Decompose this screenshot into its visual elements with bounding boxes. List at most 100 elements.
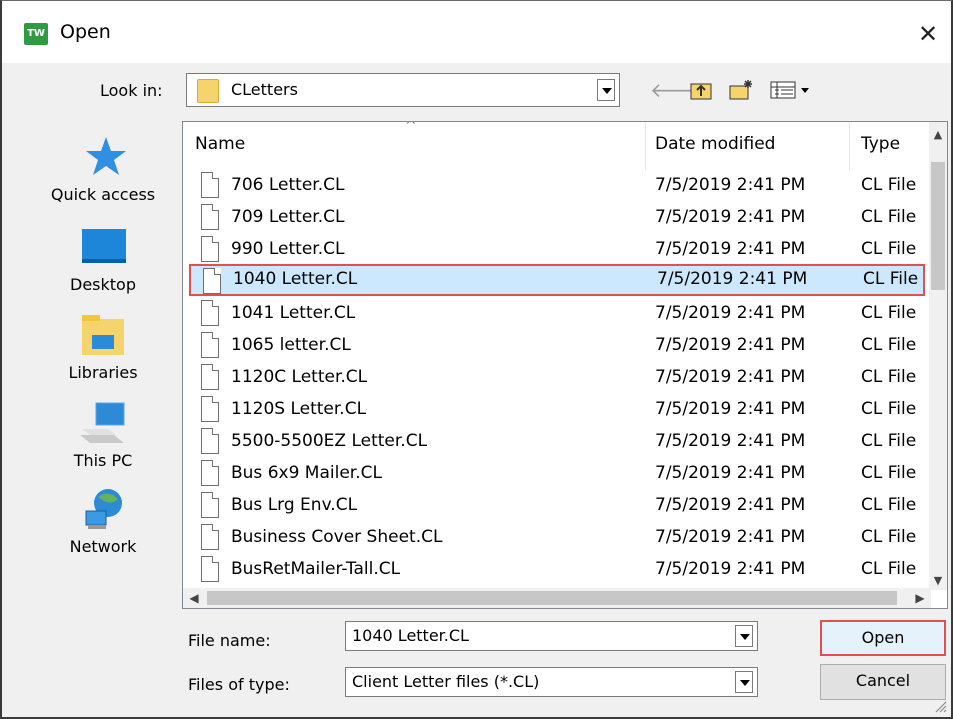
file-icon	[201, 556, 219, 582]
vertical-scroll-thumb[interactable]	[931, 162, 945, 290]
file-row[interactable]: BusRetMailer-Tall.CL 7/5/2019 2:41 PM CL…	[187, 554, 923, 586]
horizontal-scrollbar[interactable]: ◀ ▶	[183, 588, 931, 608]
file-type: CL File	[861, 239, 917, 259]
column-name[interactable]: Name	[195, 134, 245, 154]
place-label: Quick access	[50, 185, 156, 204]
file-row[interactable]: 1120C Letter.CL 7/5/2019 2:41 PM CL File	[187, 362, 923, 394]
file-row[interactable]: Bus Lrg Env.CL 7/5/2019 2:41 PM CL File	[187, 490, 923, 522]
column-type[interactable]: Type	[861, 134, 900, 154]
file-icon	[201, 524, 219, 550]
place-libraries[interactable]: Libraries	[28, 311, 178, 382]
title-bar[interactable]: TW Open ✕	[2, 1, 951, 63]
view-menu-icon[interactable]	[766, 77, 816, 103]
file-row[interactable]: 5500-5500EZ Letter.CL 7/5/2019 2:41 PM C…	[187, 426, 923, 458]
place-desktop[interactable]: Desktop	[28, 223, 178, 294]
file-type-dropdown[interactable]: Client Letter files (*.CL)	[345, 667, 758, 697]
file-type-value: Client Letter files (*.CL)	[352, 672, 540, 691]
file-icon	[201, 172, 219, 198]
file-name: 1040 Letter.CL	[233, 269, 358, 289]
look-in-label: Look in:	[100, 81, 163, 100]
scroll-left-icon[interactable]: ◀	[183, 588, 205, 608]
close-icon[interactable]: ✕	[905, 11, 951, 57]
scroll-right-icon[interactable]: ▶	[909, 588, 931, 608]
window-title: Open	[60, 21, 111, 43]
file-date: 7/5/2019 2:41 PM	[655, 431, 806, 451]
file-name: 1120C Letter.CL	[231, 367, 368, 387]
file-icon	[201, 428, 219, 454]
file-name: 706 Letter.CL	[231, 175, 345, 195]
file-name: Bus Lrg Env.CL	[231, 495, 358, 515]
file-date: 7/5/2019 2:41 PM	[655, 559, 806, 579]
column-divider[interactable]	[645, 122, 646, 170]
file-type: CL File	[863, 269, 919, 289]
file-row[interactable]: 990 Letter.CL 7/5/2019 2:41 PM CL File	[187, 234, 923, 266]
place-label: Desktop	[70, 275, 136, 294]
file-date: 7/5/2019 2:41 PM	[655, 367, 806, 387]
place-network[interactable]: Network	[28, 485, 178, 556]
file-icon	[201, 364, 219, 390]
file-type-label: Files of type:	[188, 675, 290, 694]
file-row[interactable]: 706 Letter.CL 7/5/2019 2:41 PM CL File	[187, 170, 923, 202]
open-button[interactable]: Open	[820, 620, 946, 656]
file-date: 7/5/2019 2:41 PM	[655, 527, 806, 547]
file-date: 7/5/2019 2:41 PM	[655, 399, 806, 419]
scroll-down-icon[interactable]: ▼	[929, 572, 947, 590]
libraries-icon	[78, 311, 128, 359]
sort-ascending-icon: ^	[405, 121, 417, 134]
file-row[interactable]: 1065 letter.CL 7/5/2019 2:41 PM CL File	[187, 330, 923, 362]
file-date: 7/5/2019 2:41 PM	[655, 303, 806, 323]
cancel-button[interactable]: Cancel	[820, 664, 946, 700]
file-name-value: 1040 Letter.CL	[352, 626, 469, 645]
file-name: Bus 6x9 Mailer.CL	[231, 463, 382, 483]
column-divider[interactable]	[849, 122, 850, 170]
up-folder-icon[interactable]	[686, 77, 716, 103]
file-name: Business Cover Sheet.CL	[231, 527, 443, 547]
file-date: 7/5/2019 2:41 PM	[655, 207, 806, 227]
file-icon	[201, 300, 219, 326]
file-name: 1120S Letter.CL	[231, 399, 367, 419]
folder-icon	[197, 79, 219, 103]
file-icon	[203, 268, 221, 294]
file-type: CL File	[861, 399, 917, 419]
place-label: Network	[69, 537, 137, 556]
file-date: 7/5/2019 2:41 PM	[655, 175, 806, 195]
file-row-selected[interactable]: 1040 Letter.CL 7/5/2019 2:41 PM CL File	[189, 264, 925, 296]
vertical-scrollbar[interactable]: ▲ ▼	[929, 122, 947, 590]
back-icon[interactable]: 🡐	[650, 77, 704, 103]
desktop-icon	[78, 223, 128, 271]
chevron-down-icon[interactable]	[735, 625, 753, 647]
file-icon	[201, 332, 219, 358]
file-row[interactable]: Bus 6x9 Mailer.CL 7/5/2019 2:41 PM CL Fi…	[187, 458, 923, 490]
look-in-value: CLetters	[231, 80, 298, 99]
this-pc-icon	[78, 399, 128, 447]
new-folder-icon[interactable]	[726, 77, 756, 103]
file-icon	[201, 204, 219, 230]
file-row[interactable]: 1120S Letter.CL 7/5/2019 2:41 PM CL File	[187, 394, 923, 426]
horizontal-scroll-thumb[interactable]	[207, 591, 897, 605]
file-type: CL File	[861, 559, 917, 579]
file-name-input[interactable]: 1040 Letter.CL	[345, 621, 758, 651]
file-row[interactable]: 1041 Letter.CL 7/5/2019 2:41 PM CL File	[187, 298, 923, 330]
column-date-modified[interactable]: Date modified	[655, 134, 775, 154]
place-quick-access[interactable]: Quick access	[28, 133, 178, 204]
look-in-dropdown[interactable]: CLetters	[186, 73, 620, 107]
file-name: BusRetMailer-Tall.CL	[231, 559, 401, 579]
file-name: 1041 Letter.CL	[231, 303, 356, 323]
file-icon	[201, 236, 219, 262]
scroll-up-icon[interactable]: ▲	[929, 126, 947, 144]
file-list[interactable]: ^ Name Date modified Type 706 Letter.CL …	[182, 121, 948, 609]
file-name: 990 Letter.CL	[231, 239, 345, 259]
file-type: CL File	[861, 303, 917, 323]
file-type: CL File	[861, 431, 917, 451]
chevron-down-icon[interactable]	[735, 671, 753, 693]
file-date: 7/5/2019 2:41 PM	[657, 269, 808, 289]
file-date: 7/5/2019 2:41 PM	[655, 239, 806, 259]
file-row[interactable]: 709 Letter.CL 7/5/2019 2:41 PM CL File	[187, 202, 923, 234]
file-row[interactable]: Business Cover Sheet.CL 7/5/2019 2:41 PM…	[187, 522, 923, 554]
resize-grip-icon[interactable]	[933, 699, 947, 713]
file-type: CL File	[861, 367, 917, 387]
app-icon: TW	[24, 23, 48, 45]
place-this-pc[interactable]: This PC	[28, 399, 178, 470]
chevron-down-icon[interactable]	[597, 79, 615, 101]
file-name: 5500-5500EZ Letter.CL	[231, 431, 428, 451]
